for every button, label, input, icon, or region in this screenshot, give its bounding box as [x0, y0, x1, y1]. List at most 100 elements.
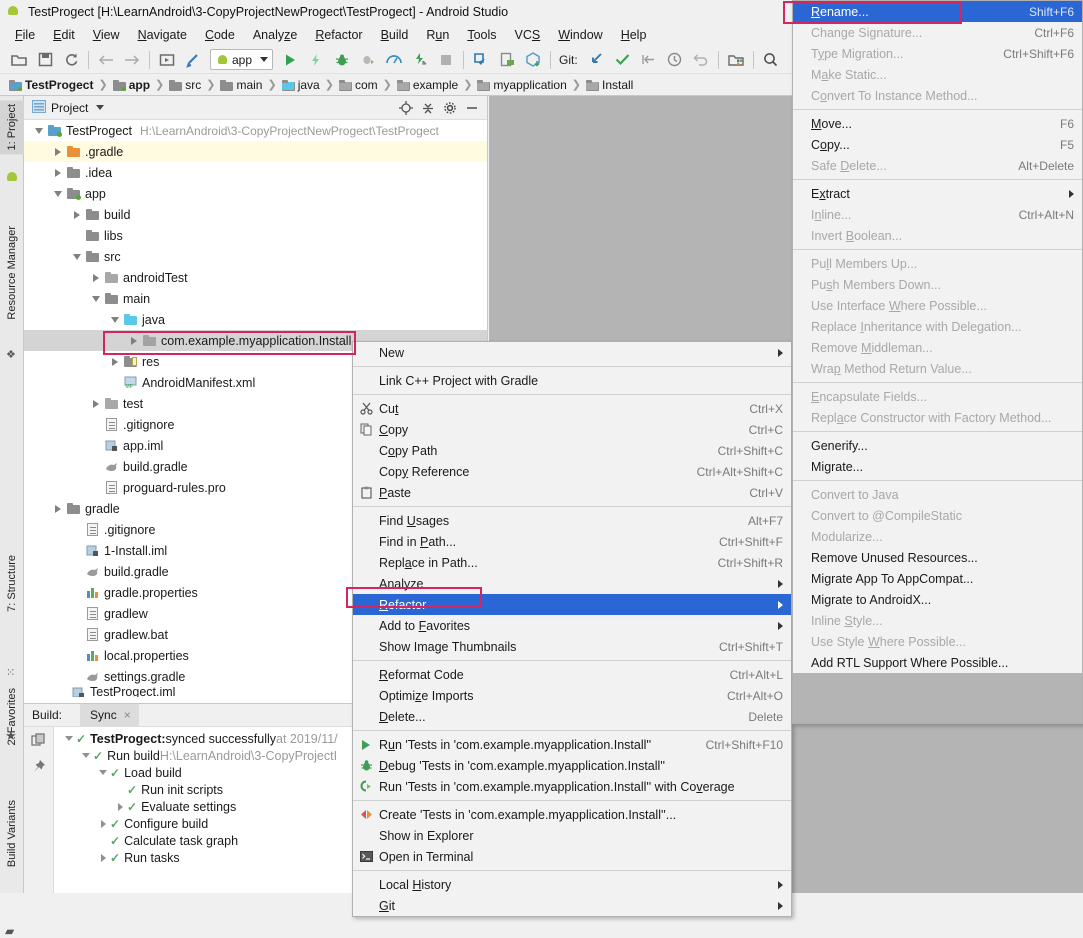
- context-menu-item-new[interactable]: New: [353, 342, 791, 363]
- left-tool-window-strip[interactable]: 1: Project Resource Manager 7: Structure 2:…: [0, 96, 24, 938]
- menu-refactor[interactable]: Refactor: [306, 26, 371, 44]
- context-menu-item-show-image-thumbnails[interactable]: Show Image Thumbnails Ctrl+Shift+T: [353, 636, 791, 657]
- refactor-menu-item-migrate-app-to-appcompat[interactable]: Migrate App To AppCompat...: [793, 568, 1082, 589]
- tree-node[interactable]: androidTest: [24, 267, 487, 288]
- module-selector[interactable]: app: [210, 49, 274, 70]
- breadcrumb-item-testprogect[interactable]: TestProgect: [6, 78, 96, 92]
- refactor-menu-item-remove-unused-resources[interactable]: Remove Unused Resources...: [793, 547, 1082, 568]
- forward-arrow-icon[interactable]: [119, 48, 145, 72]
- context-menu-item-find-usages[interactable]: Find Usages Alt+F7: [353, 510, 791, 531]
- chevron-right-icon[interactable]: [96, 815, 110, 832]
- chevron-right-icon[interactable]: [51, 162, 65, 183]
- context-menu-item-show-in-explorer[interactable]: Show in Explorer: [353, 825, 791, 846]
- context-menu-item-open-in-terminal[interactable]: Open in Terminal: [353, 846, 791, 867]
- refactor-menu-item-rename[interactable]: Rename... Shift+F6: [793, 1, 1082, 22]
- revert-icon[interactable]: [688, 48, 714, 72]
- locate-icon[interactable]: [395, 98, 417, 118]
- context-menu[interactable]: New Link C++ Project with Gradle Cut Ctrl+X…: [352, 341, 792, 917]
- chevron-down-icon[interactable]: [70, 246, 84, 267]
- chevron-right-icon[interactable]: [127, 330, 141, 351]
- layout-inspector-icon[interactable]: [468, 48, 494, 72]
- build-apk-icon[interactable]: [520, 48, 546, 72]
- open-project-icon[interactable]: [6, 48, 32, 72]
- tree-node[interactable]: java: [24, 309, 487, 330]
- context-menu-item-debug-tests-in-com-example-myapplication[interactable]: Debug 'Tests in 'com.example.myapplicati…: [353, 755, 791, 776]
- refactor-menu-item-generify[interactable]: Generify...: [793, 435, 1082, 456]
- chevron-down-icon[interactable]: [32, 120, 46, 141]
- git-update-icon[interactable]: [584, 48, 610, 72]
- menu-build[interactable]: Build: [372, 26, 418, 44]
- chevron-down-icon[interactable]: [79, 747, 93, 764]
- context-menu-item-copy[interactable]: Copy Ctrl+C: [353, 419, 791, 440]
- context-menu-item-copy-path[interactable]: Copy Path Ctrl+Shift+C: [353, 440, 791, 461]
- project-structure-icon[interactable]: [723, 48, 749, 72]
- breadcrumb-item-main[interactable]: main: [217, 78, 265, 92]
- tree-node[interactable]: libs: [24, 225, 487, 246]
- pin-icon[interactable]: [31, 759, 46, 777]
- save-all-icon[interactable]: [32, 48, 58, 72]
- menu-window[interactable]: Window: [549, 26, 611, 44]
- context-menu-item-create-tests-in-com-example-myapplicatio[interactable]: Create 'Tests in 'com.example.myapplicat…: [353, 804, 791, 825]
- context-menu-item-optimize-imports[interactable]: Optimize Imports Ctrl+Alt+O: [353, 685, 791, 706]
- menu-edit[interactable]: Edit: [44, 26, 84, 44]
- tree-node[interactable]: src: [24, 246, 487, 267]
- back-arrow-icon[interactable]: [93, 48, 119, 72]
- git-push-icon[interactable]: [636, 48, 662, 72]
- context-menu-item-copy-reference[interactable]: Copy Reference Ctrl+Alt+Shift+C: [353, 461, 791, 482]
- chevron-down-icon[interactable]: [96, 764, 110, 781]
- breadcrumb-item-java[interactable]: java: [279, 78, 323, 92]
- context-menu-item-delete[interactable]: Delete... Delete: [353, 706, 791, 727]
- history-icon[interactable]: [662, 48, 688, 72]
- apply-changes-icon[interactable]: [303, 48, 329, 72]
- chevron-right-icon[interactable]: [51, 498, 65, 519]
- refactor-menu-item-copy[interactable]: Copy... F5: [793, 134, 1082, 155]
- tree-node[interactable]: TestProgect H:\LearnAndroid\3-CopyProject…: [24, 120, 487, 141]
- context-menu-item-refactor[interactable]: Refactor: [353, 594, 791, 615]
- menu-view[interactable]: View: [84, 26, 129, 44]
- chevron-right-icon[interactable]: [89, 267, 103, 288]
- git-commit-icon[interactable]: [610, 48, 636, 72]
- context-menu-item-git[interactable]: Git: [353, 895, 791, 916]
- chevron-right-icon[interactable]: [108, 351, 122, 372]
- stop-icon[interactable]: [433, 48, 459, 72]
- breadcrumb-item-example[interactable]: example: [394, 78, 461, 92]
- context-menu-item-cut[interactable]: Cut Ctrl+X: [353, 398, 791, 419]
- close-icon[interactable]: ×: [124, 708, 131, 722]
- attach-debugger-icon[interactable]: [355, 48, 381, 72]
- build-panel-side-buttons[interactable]: [24, 727, 54, 893]
- context-menu-item-replace-in-path[interactable]: Replace in Path... Ctrl+Shift+R: [353, 552, 791, 573]
- menu-vcs[interactable]: VCS: [506, 26, 550, 44]
- context-menu-item-reformat-code[interactable]: Reformat Code Ctrl+Alt+L: [353, 664, 791, 685]
- device-file-explorer-icon[interactable]: [494, 48, 520, 72]
- collapse-all-icon[interactable]: [417, 98, 439, 118]
- breadcrumb-item-src[interactable]: src: [166, 78, 204, 92]
- context-menu-item-paste[interactable]: Paste Ctrl+V: [353, 482, 791, 503]
- chevron-right-icon[interactable]: [51, 141, 65, 162]
- tree-node[interactable]: app: [24, 183, 487, 204]
- tree-node[interactable]: main: [24, 288, 487, 309]
- run-icon[interactable]: [277, 48, 303, 72]
- menu-help[interactable]: Help: [612, 26, 656, 44]
- tool-window-tab-resource-manager[interactable]: Resource Manager: [0, 222, 24, 324]
- instant-run-icon[interactable]: [407, 48, 433, 72]
- tool-window-tab-1-project[interactable]: 1: Project: [0, 100, 24, 155]
- tool-window-tab-7-structure[interactable]: 7: Structure: [0, 551, 24, 616]
- context-menu-item-find-in-path[interactable]: Find in Path... Ctrl+Shift+F: [353, 531, 791, 552]
- refactor-menu-item-extract[interactable]: Extract: [793, 183, 1082, 204]
- chevron-down-icon[interactable]: [96, 105, 105, 110]
- menu-navigate[interactable]: Navigate: [129, 26, 196, 44]
- context-menu-item-add-to-favorites[interactable]: Add to Favorites: [353, 615, 791, 636]
- build-tab-sync[interactable]: Sync ×: [80, 703, 139, 727]
- profiler-icon[interactable]: [381, 48, 407, 72]
- context-menu-item-link-c-project-with-gradle[interactable]: Link C++ Project with Gradle: [353, 370, 791, 391]
- debug-icon[interactable]: [329, 48, 355, 72]
- sdk-manager-icon[interactable]: [180, 48, 206, 72]
- chevron-down-icon[interactable]: [62, 730, 76, 747]
- menu-file[interactable]: File: [6, 26, 44, 44]
- sync-icon[interactable]: [58, 48, 84, 72]
- menu-analyze[interactable]: Analyze: [244, 26, 306, 44]
- tool-window-tab-build-variants[interactable]: Build Variants: [0, 796, 24, 871]
- context-menu-item-analyze[interactable]: Analyze: [353, 573, 791, 594]
- refactor-menu-item-move[interactable]: Move... F6: [793, 113, 1082, 134]
- context-menu-item-run-tests-in-com-example-myapplication-i[interactable]: Run 'Tests in 'com.example.myapplication…: [353, 734, 791, 755]
